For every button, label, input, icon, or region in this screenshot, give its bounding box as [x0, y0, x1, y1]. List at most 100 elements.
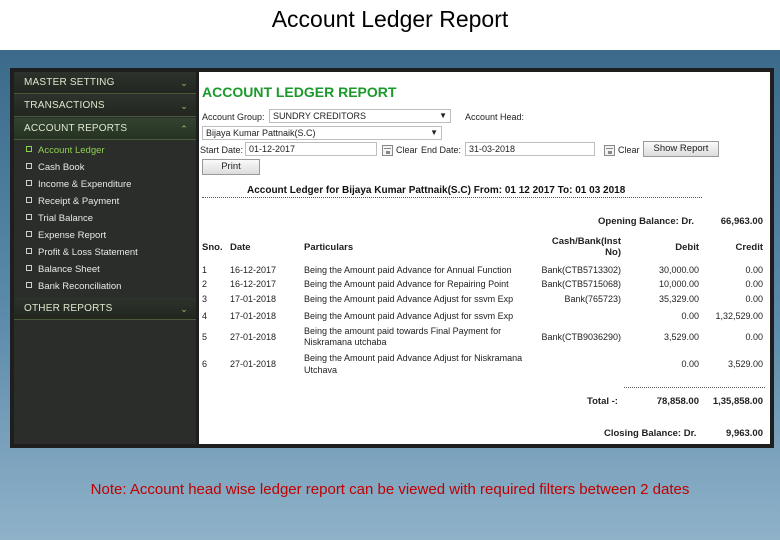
sidebar-item-label: Balance Sheet [38, 264, 100, 275]
sidebar-section-label: OTHER REPORTS [24, 303, 113, 314]
slide-title: Account Ledger Report [271, 6, 509, 32]
column-header-date: Date [230, 242, 251, 253]
sidebar-section-label: ACCOUNT REPORTS [24, 123, 128, 134]
sidebar-section-label: MASTER SETTING [24, 77, 115, 88]
row-sno: 4 [202, 311, 208, 321]
sidebar-item-income-expenditure[interactable]: Income & Expenditure [14, 176, 196, 193]
list-bullet-icon [26, 146, 32, 153]
row-particulars: Being the amount paid towards Final Paym… [304, 326, 502, 336]
print-button[interactable]: Print [202, 159, 260, 175]
row-credit: 0.00 [745, 279, 763, 289]
total-debit: 78,858.00 [656, 396, 699, 407]
list-bullet-icon [26, 282, 32, 289]
main-content: ACCOUNT LEDGER REPORT Account Group: SUN… [199, 72, 770, 444]
sidebar-item-bank-reconciliation[interactable]: Bank Reconciliation [14, 278, 196, 295]
calendar-icon[interactable] [604, 145, 615, 156]
sidebar-section-account-reports[interactable]: ACCOUNT REPORTS ⌃ [14, 118, 196, 140]
dropdown-arrow-icon: ▼ [430, 128, 438, 137]
total-credit: 1,35,858.00 [712, 396, 763, 407]
row-particulars: Being the Amount paid Advance for Repair… [304, 279, 509, 289]
row-date: 27-01-2018 [230, 332, 277, 342]
sidebar-item-label: Cash Book [38, 162, 85, 173]
clear-end-date-link[interactable]: Clear [618, 145, 640, 155]
sidebar-item-label: Profit & Loss Statement [38, 247, 138, 258]
list-bullet-icon [26, 197, 32, 204]
end-date-input[interactable]: 31-03-2018 [465, 142, 595, 156]
account-head-select[interactable]: Bijaya Kumar Pattnaik(S.C) ▼ [202, 126, 442, 140]
row-debit: 35,329.00 [658, 294, 699, 304]
chevron-up-icon: ⌃ [180, 124, 188, 134]
row-sno: 6 [202, 359, 208, 369]
row-particulars: Being the Amount paid Advance Adjust for… [304, 294, 514, 304]
row-credit: 0.00 [745, 332, 763, 342]
start-date-input[interactable]: 01-12-2017 [245, 142, 377, 156]
sidebar-item-label: Expense Report [38, 230, 107, 241]
column-header-sno: Sno. [202, 242, 223, 253]
chevron-down-icon: ⌄ [180, 101, 188, 111]
end-date-label: End Date: [421, 145, 462, 155]
list-bullet-icon [26, 248, 32, 255]
row-bank: Bank(765723) [564, 294, 621, 304]
clear-start-date-link[interactable]: Clear [396, 145, 418, 155]
sidebar-item-label: Bank Reconciliation [38, 281, 122, 292]
sidebar-item-expense-report[interactable]: Expense Report [14, 227, 196, 244]
sidebar-item-label: Trial Balance [38, 213, 94, 224]
sidebar-section-other-reports[interactable]: OTHER REPORTS ⌄ [14, 298, 196, 320]
row-sno: 2 [202, 279, 208, 289]
opening-balance-value: 66,963.00 [720, 216, 763, 227]
sidebar-item-profit-loss[interactable]: Profit & Loss Statement [14, 244, 196, 261]
row-bank: Bank(CTB5713302) [541, 265, 621, 275]
account-group-value: SUNDRY CREDITORS [273, 111, 367, 121]
sidebar-item-label: Receipt & Payment [38, 196, 120, 207]
row-date: 17-01-2018 [230, 311, 277, 321]
row-sno: 5 [202, 332, 208, 342]
row-particulars-line2: Utchava [304, 365, 338, 375]
account-group-label: Account Group: [202, 112, 265, 122]
sidebar-item-cash-book[interactable]: Cash Book [14, 159, 196, 176]
row-credit: 3,529.00 [727, 359, 763, 369]
row-debit: 10,000.00 [658, 279, 699, 289]
column-header-cash-bank: Cash/Bank(Inst [551, 236, 621, 247]
column-header-debit: Debit [675, 242, 699, 253]
sidebar-section-label: TRANSACTIONS [24, 100, 105, 111]
closing-balance-value: 9,963.00 [726, 428, 763, 439]
row-date: 16-12-2017 [230, 265, 277, 275]
column-header-cash-bank-no: No) [605, 247, 621, 258]
sidebar-item-trial-balance[interactable]: Trial Balance [14, 210, 196, 227]
sidebar-item-receipt-payment[interactable]: Receipt & Payment [14, 193, 196, 210]
row-particulars: Being the Amount paid Advance for Annual… [304, 265, 512, 275]
list-bullet-icon [26, 214, 32, 221]
account-head-label: Account Head: [465, 112, 525, 122]
list-bullet-icon [26, 180, 32, 187]
account-group-select[interactable]: SUNDRY CREDITORS ▼ [269, 109, 451, 123]
sidebar-item-balance-sheet[interactable]: Balance Sheet [14, 261, 196, 278]
start-date-label: Start Date: [200, 145, 244, 155]
divider [202, 197, 702, 198]
column-header-particulars: Particulars [304, 242, 354, 253]
row-date: 27-01-2018 [230, 359, 277, 369]
row-bank: Bank(CTB5715068) [541, 279, 621, 289]
show-report-button[interactable]: Show Report [643, 141, 719, 157]
row-particulars: Being the Amount paid Advance Adjust for… [304, 353, 523, 363]
sidebar-item-account-ledger[interactable]: Account Ledger [14, 142, 196, 159]
account-head-value: Bijaya Kumar Pattnaik(S.C) [206, 128, 316, 138]
total-label: Total -: [587, 396, 618, 407]
sidebar-item-label: Income & Expenditure [38, 179, 132, 190]
list-bullet-icon [26, 265, 32, 272]
row-particulars: Being the Amount paid Advance Adjust for… [304, 311, 514, 321]
row-debit: 30,000.00 [658, 265, 699, 275]
list-bullet-icon [26, 231, 32, 238]
chevron-down-icon: ⌄ [180, 78, 188, 88]
row-sno: 3 [202, 294, 208, 304]
list-bullet-icon [26, 163, 32, 170]
sidebar-section-master-setting[interactable]: MASTER SETTING ⌄ [14, 72, 196, 94]
sidebar-section-transactions[interactable]: TRANSACTIONS ⌄ [14, 95, 196, 117]
row-credit: 0.00 [745, 294, 763, 304]
row-debit: 0.00 [681, 311, 699, 321]
row-date: 17-01-2018 [230, 294, 277, 304]
calendar-icon[interactable] [382, 145, 393, 156]
row-debit: 3,529.00 [663, 332, 699, 342]
ledger-heading: Account Ledger for Bijaya Kumar Pattnaik… [247, 185, 626, 196]
total-divider [624, 387, 765, 388]
page-title: ACCOUNT LEDGER REPORT [202, 84, 397, 100]
